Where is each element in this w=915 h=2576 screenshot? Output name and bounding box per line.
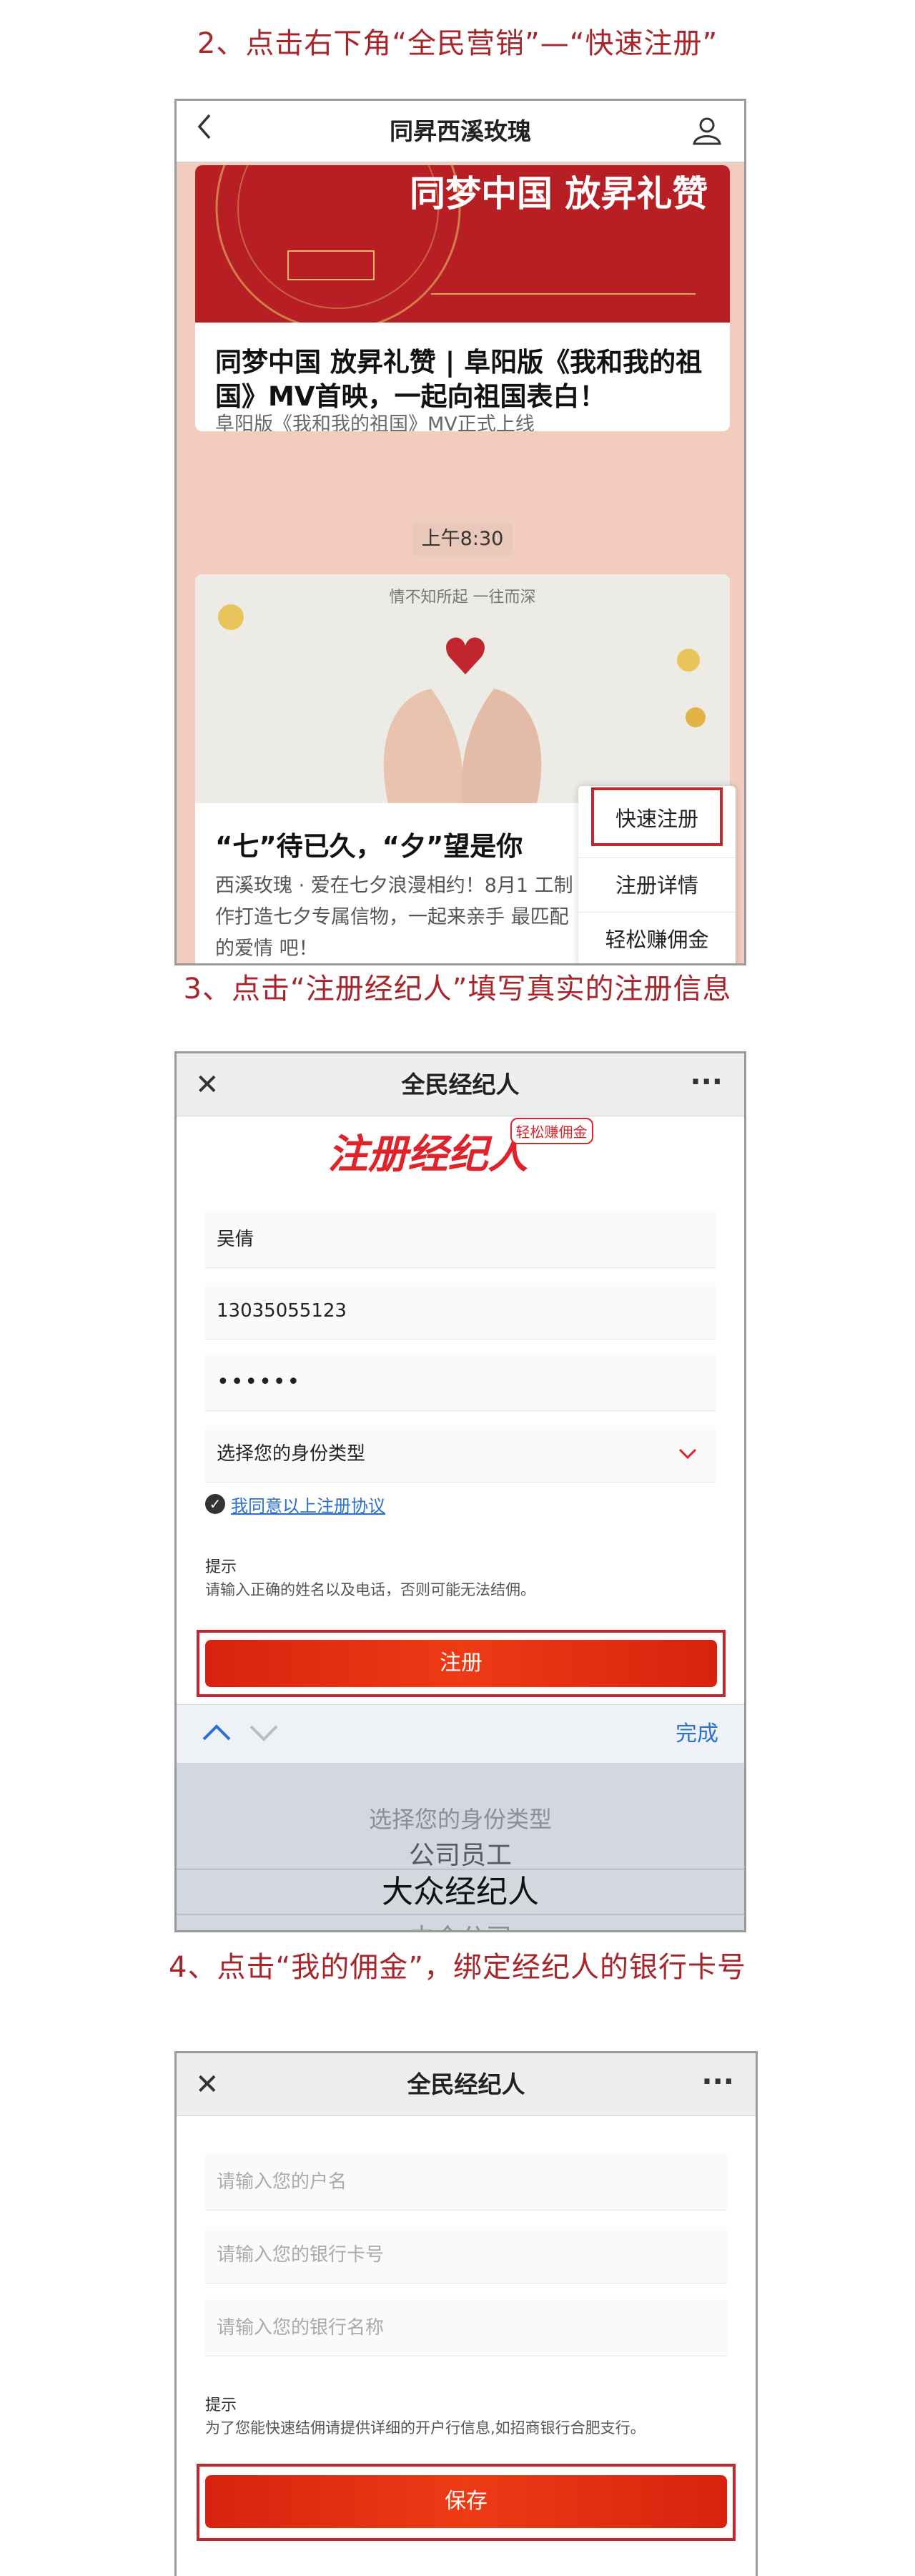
account-name-input[interactable]: 请输入您的户名 [205,2153,727,2211]
article-2-image: 情不知所起 一往而深 [195,574,730,803]
picker-option-agency[interactable]: 中介公司 [177,1917,744,1930]
tip-title: 提示 [205,1558,237,1576]
tip-text: 请输入正确的姓名以及电话，否则可能无法结佣。 [205,1581,535,1598]
step3-phone-screen: ✕ 全民经纪人 ··· 注册经纪人 轻松赚佣金 吴倩 13035055123 •… [174,1051,746,1932]
identity-select[interactable]: 选择您的身份类型 [205,1425,716,1483]
picker-option-staff[interactable]: 公司员工 [177,1834,744,1872]
highlight-quick-register [591,787,723,846]
password-field[interactable]: •••••• [205,1354,716,1411]
phone-field[interactable]: 13035055123 [205,1282,716,1339]
article-2-desc: 西溪玫瑰 · 爱在七夕浪漫相约！8月1 工制作打造七夕专属信物，一起来亲手 最匹… [215,875,573,960]
agree-row[interactable]: ✓ 我同意以上注册协议 [205,1490,385,1518]
register-hero: 注册经纪人 轻松赚佣金 [177,1118,744,1180]
register-hero-title: 注册经纪人 [327,1131,528,1178]
step4-title: 4、点击“我的佣金”，绑定经纪人的银行卡号 [169,1951,746,1984]
highlight-register-button [197,1630,726,1697]
article-card-1[interactable]: 同梦中国 放昇礼赞 同梦中国 放昇礼赞 | 阜阳版《我和我的祖国》MV首映，一起… [195,165,730,431]
picker-option-placeholder[interactable]: 选择您的身份类型 [177,1801,744,1834]
user-icon[interactable] [691,115,723,154]
identity-picker[interactable]: 选择您的身份类型 公司员工 大众经纪人 中介公司 [177,1763,744,1930]
step4-page-title: 全民经纪人 [407,2070,525,2098]
bank-name-input[interactable]: 请输入您的银行名称 [205,2299,727,2356]
article-1-title: 同梦中国 放昇礼赞 | 阜阳版《我和我的祖国》MV首映，一起向祖国表白！ [215,347,703,412]
keyboard-toolbar: 完成 [177,1704,744,1763]
step3-page-title: 全民经纪人 [401,1071,520,1098]
picker-option-public-agent[interactable]: 大众经纪人 [177,1869,744,1914]
chevron-down-icon [677,1425,698,1505]
hands-heart-illustration [218,604,706,803]
menu-item-register-details[interactable]: 注册详情 [578,857,736,912]
agree-checkbox[interactable]: ✓ [205,1494,225,1514]
banner-headline: 同梦中国 放昇礼赞 [410,173,708,215]
keyboard-done-button[interactable]: 完成 [676,1705,718,1764]
agree-link[interactable]: 我同意以上注册协议 [231,1492,385,1517]
more-icon[interactable]: ··· [690,1053,723,1111]
menu-item-earn-commission[interactable]: 轻松赚佣金 [578,912,736,963]
step2-navbar: 同昇西溪玫瑰 [177,101,744,162]
name-field[interactable]: 吴倩 [205,1211,716,1268]
image-caption: 情不知所起 一往而深 [389,589,536,606]
register-hero-tag: 轻松赚佣金 [510,1118,593,1144]
article-1-subtitle: 阜阳版《我和我的祖国》MV正式上线 [215,413,535,431]
step3-title: 3、点击“注册经纪人”填写真实的注册信息 [183,973,732,1006]
step4-phone-screen: ✕ 全民经纪人 ··· 请输入您的户名 请输入您的银行卡号 请输入您的银行名称 … [174,2051,758,2576]
prev-field-icon[interactable] [201,1722,232,1746]
next-field-icon[interactable] [248,1722,280,1746]
step2-app-title: 同昇西溪玫瑰 [390,117,531,145]
step3-navbar: ✕ 全民经纪人 ··· [177,1053,744,1116]
step4-tip-title: 提示 [205,2396,237,2414]
identity-select-value: 选择您的身份类型 [217,1443,366,1465]
banner-image: 同梦中国 放昇礼赞 [195,165,730,331]
article-2-title: “七”待已久，“夕”望是你 [215,831,523,862]
timestamp-badge: 上午8:30 [412,523,513,556]
step4-tip-text: 为了您能快速结佣请提供详细的开户行信息,如招商银行合肥支行。 [205,2419,646,2437]
step4-navbar: ✕ 全民经纪人 ··· [177,2053,756,2116]
card-number-input[interactable]: 请输入您的银行卡号 [205,2226,727,2284]
more-icon[interactable]: ··· [701,2053,734,2110]
step2-title: 2、点击右下角“全民营销”—“快速注册” [197,27,718,60]
step2-phone-screen: 同昇西溪玫瑰 同梦中国 放昇礼赞 同梦中国 放昇礼赞 | 阜阳版《我和我的祖国》… [174,99,746,965]
highlight-save-button [197,2464,736,2541]
